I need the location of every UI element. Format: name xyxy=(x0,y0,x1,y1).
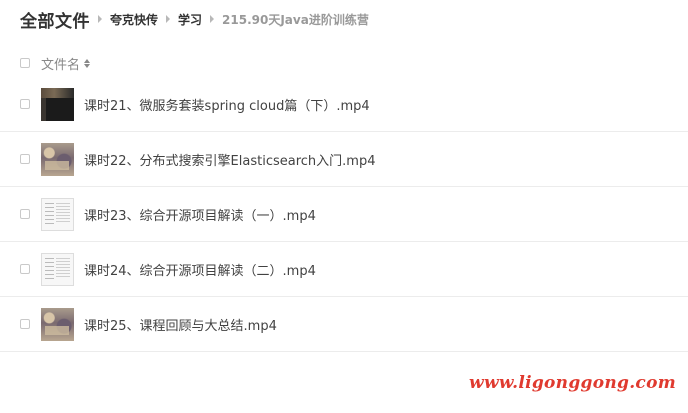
breadcrumb: 全部文件 夸克快传 学习 215.90天Java进阶训练营 xyxy=(20,6,369,32)
file-checkbox[interactable] xyxy=(20,264,30,274)
select-all-checkbox[interactable] xyxy=(20,58,30,68)
video-thumbnail-icon xyxy=(41,197,74,231)
video-thumbnail-icon xyxy=(41,252,74,286)
file-name[interactable]: 课时22、分布式搜索引擎Elasticsearch入门.mp4 xyxy=(84,150,375,169)
breadcrumb-root-link[interactable]: 全部文件 xyxy=(20,7,90,32)
file-row[interactable]: 课时22、分布式搜索引擎Elasticsearch入门.mp4 xyxy=(0,132,688,187)
file-list: 课时21、微服务套装spring cloud篇（下）.mp4 课时22、分布式搜… xyxy=(0,77,688,352)
file-browser-page: 全部文件 夸克快传 学习 215.90天Java进阶训练营 文件名 课时21、微… xyxy=(0,0,688,413)
filename-column-header[interactable]: 文件名 xyxy=(41,54,80,73)
file-name[interactable]: 课时24、综合开源项目解读（二）.mp4 xyxy=(84,260,316,279)
breadcrumb-item-current-folder: 215.90天Java进阶训练营 xyxy=(222,12,369,27)
watermark: www.ligonggong.com xyxy=(469,373,676,393)
file-row[interactable]: 课时23、综合开源项目解读（一）.mp4 xyxy=(0,187,688,242)
sort-icon[interactable] xyxy=(84,58,91,68)
file-checkbox[interactable] xyxy=(20,319,30,329)
breadcrumb-item-study[interactable]: 学习 xyxy=(178,11,202,28)
breadcrumb-separator-icon xyxy=(166,15,171,23)
file-row[interactable]: 课时25、课程回顾与大总结.mp4 xyxy=(0,297,688,352)
file-checkbox[interactable] xyxy=(20,209,30,219)
breadcrumb-separator-icon xyxy=(98,15,102,23)
breadcrumb-separator-icon xyxy=(210,15,215,23)
video-thumbnail-icon xyxy=(41,307,74,341)
file-name[interactable]: 课时25、课程回顾与大总结.mp4 xyxy=(84,315,277,334)
file-row[interactable]: 课时21、微服务套装spring cloud篇（下）.mp4 xyxy=(0,77,688,132)
file-name[interactable]: 课时21、微服务套装spring cloud篇（下）.mp4 xyxy=(84,95,370,114)
file-checkbox[interactable] xyxy=(20,154,30,164)
file-list-header: 文件名 xyxy=(20,52,91,74)
file-row[interactable]: 课时24、综合开源项目解读（二）.mp4 xyxy=(0,242,688,297)
video-thumbnail-icon xyxy=(41,142,74,176)
file-checkbox[interactable] xyxy=(20,99,30,109)
file-name[interactable]: 课时23、综合开源项目解读（一）.mp4 xyxy=(84,205,316,224)
breadcrumb-item-quark-transfer[interactable]: 夸克快传 xyxy=(110,11,158,28)
video-thumbnail-icon xyxy=(41,87,74,121)
